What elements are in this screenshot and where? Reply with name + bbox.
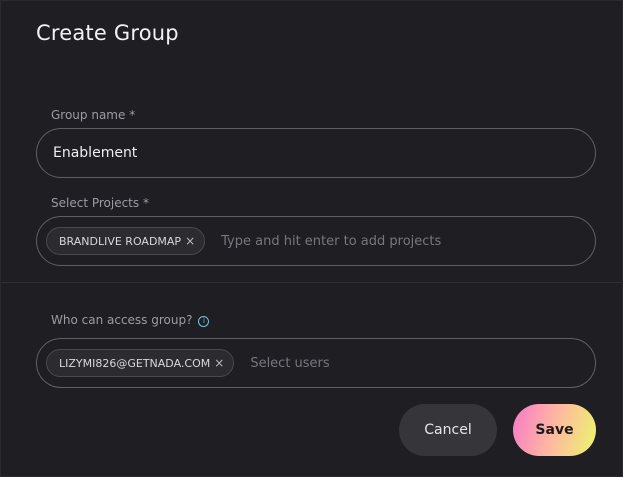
select-projects-label: Select Projects * [51,196,149,210]
group-name-label: Group name * [51,108,136,122]
project-chip[interactable]: BRANDLIVE ROADMAP × [46,227,206,255]
save-button[interactable]: Save [513,404,596,456]
chip-close-icon[interactable]: × [185,234,195,248]
project-chip-label: BRANDLIVE ROADMAP [59,234,182,248]
chip-close-icon[interactable]: × [214,356,224,370]
group-name-value[interactable]: Enablement [53,145,137,161]
access-label: Who can access group? [51,313,193,327]
access-label-row: Who can access group? i [51,313,210,327]
create-group-dialog: Create Group Group name * Enablement Sel… [0,0,623,477]
projects-placeholder[interactable]: Type and hit enter to add projects [221,234,441,249]
group-name-field[interactable]: Enablement [36,128,596,178]
section-divider [1,282,622,283]
cancel-button[interactable]: Cancel [399,404,497,456]
user-chip[interactable]: LIZYMI826@GETNADA.COM × [46,349,235,377]
dialog-title: Create Group [36,21,179,45]
projects-field[interactable]: BRANDLIVE ROADMAP × Type and hit enter t… [36,216,596,266]
info-icon[interactable]: i [198,316,210,327]
user-chip-label: LIZYMI826@GETNADA.COM [59,356,211,370]
users-placeholder[interactable]: Select users [250,356,329,371]
users-field[interactable]: LIZYMI826@GETNADA.COM × Select users [36,338,596,388]
